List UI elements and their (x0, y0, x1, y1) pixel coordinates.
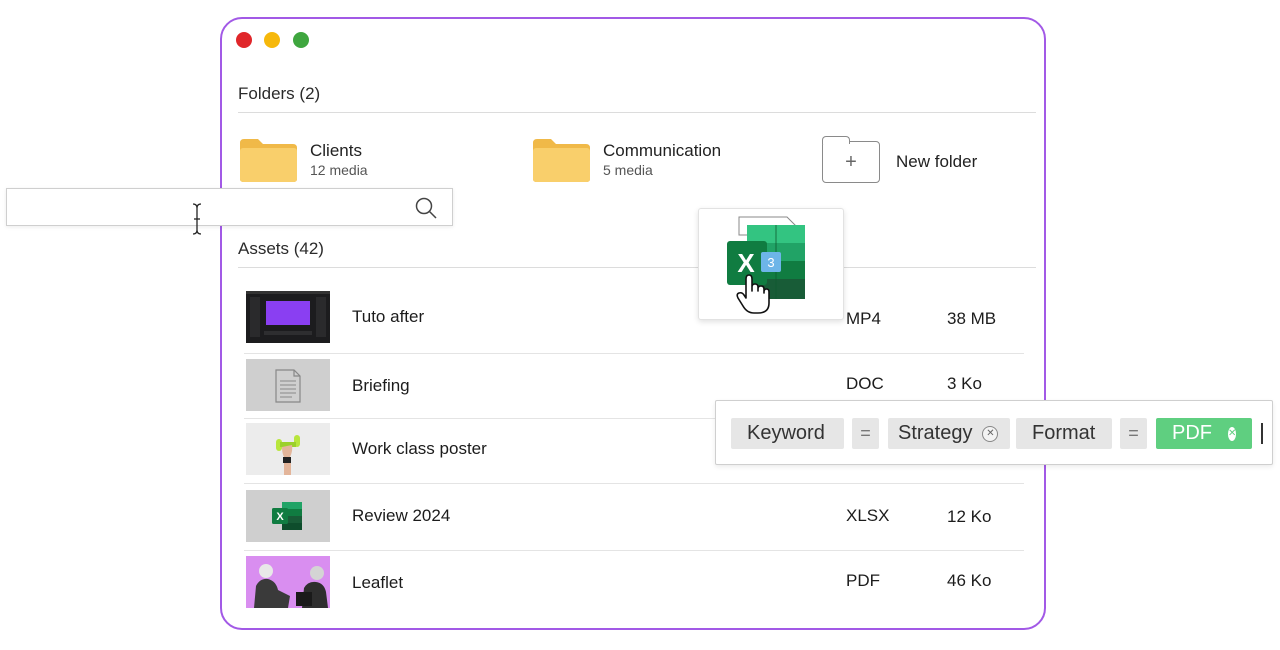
folder-communication[interactable]: Communication 5 media (531, 137, 721, 183)
asset-name: Leaflet (352, 573, 404, 592)
file-manager-window: Folders (2) Clients 12 media Communicati… (220, 17, 1046, 630)
document-thumbnail (246, 359, 330, 411)
folder-name: Communication (603, 141, 722, 160)
maximize-window-button[interactable] (293, 32, 309, 48)
folder-icon (240, 139, 297, 182)
close-window-button[interactable] (236, 32, 252, 48)
folder-icon (533, 139, 590, 182)
asset-format: PDF (846, 571, 880, 590)
text-caret (1261, 423, 1263, 444)
equals-operator[interactable]: = (1120, 418, 1147, 449)
excel-icon: X (272, 502, 302, 530)
chip-label: Format (1032, 422, 1096, 444)
remove-chip-icon[interactable]: ✕ (1228, 426, 1237, 441)
svg-text:X: X (276, 511, 284, 523)
equals-operator[interactable]: = (852, 418, 879, 449)
folders-section-title: Folders (2) (238, 84, 321, 103)
asset-row-tuto-after[interactable]: Tuto after MP4 38 MB (244, 291, 1024, 354)
folder-name: Clients (310, 141, 362, 160)
folder-media-count: 5 media (603, 162, 653, 178)
operator-label: = (860, 423, 871, 443)
asset-name: Tuto after (352, 307, 425, 326)
plus-icon: + (845, 150, 857, 173)
new-folder-button[interactable]: + New folder (822, 136, 978, 183)
document-icon (275, 369, 301, 403)
drag-preview-card[interactable]: X 3 (698, 208, 844, 320)
file-count-badge: 3 (767, 255, 775, 270)
asset-format: DOC (846, 374, 884, 393)
filter-value-strategy[interactable]: Strategy ✕ (888, 418, 1010, 449)
hand-pointer-icon (736, 274, 770, 314)
chip-label: Strategy (898, 422, 973, 444)
video-thumbnail (246, 291, 330, 343)
asset-row-review-2024[interactable]: X Review 2024 XLSX 12 Ko (244, 490, 1024, 551)
image-thumbnail (246, 423, 330, 475)
asset-row-leaflet[interactable]: Leaflet PDF 46 Ko (244, 556, 1024, 610)
fitness-image (276, 435, 300, 475)
operator-label: = (1128, 423, 1139, 443)
filter-value-pdf[interactable]: PDF ✕ (1156, 418, 1252, 449)
new-folder-icon: + (822, 136, 880, 183)
asset-size: 46 Ko (947, 571, 992, 590)
search-input[interactable] (7, 189, 402, 225)
search-icon[interactable] (414, 196, 438, 220)
search-bar[interactable] (6, 188, 453, 235)
text-cursor-icon (192, 203, 202, 235)
asset-format: MP4 (846, 309, 881, 328)
filter-field-keyword[interactable]: Keyword (731, 418, 844, 449)
asset-size: 12 Ko (947, 507, 992, 526)
minimize-window-button[interactable] (264, 32, 280, 48)
asset-size: 3 Ko (947, 374, 982, 393)
people-image (254, 564, 328, 608)
folder-media-count: 12 media (310, 162, 368, 178)
asset-name: Briefing (352, 376, 410, 395)
chip-label: PDF (1172, 422, 1212, 444)
asset-size: 38 MB (947, 309, 997, 328)
folders-divider (238, 112, 1036, 113)
remove-chip-icon[interactable]: ✕ (982, 425, 999, 442)
folder-clients[interactable]: Clients 12 media (238, 137, 368, 183)
image-thumbnail (246, 556, 330, 608)
asset-name: Review 2024 (352, 506, 451, 525)
chip-label: Keyword (747, 422, 825, 444)
filter-query-bar[interactable]: Keyword = Strategy ✕ Format = PDF ✕ (715, 400, 1273, 465)
filter-field-format[interactable]: Format (1016, 418, 1112, 449)
new-folder-label: New folder (896, 152, 978, 171)
asset-name: Work class poster (352, 439, 487, 458)
spreadsheet-thumbnail: X (246, 490, 330, 542)
assets-section-title: Assets (42) (238, 239, 324, 258)
asset-format: XLSX (846, 506, 890, 525)
assets-divider (238, 267, 1036, 268)
